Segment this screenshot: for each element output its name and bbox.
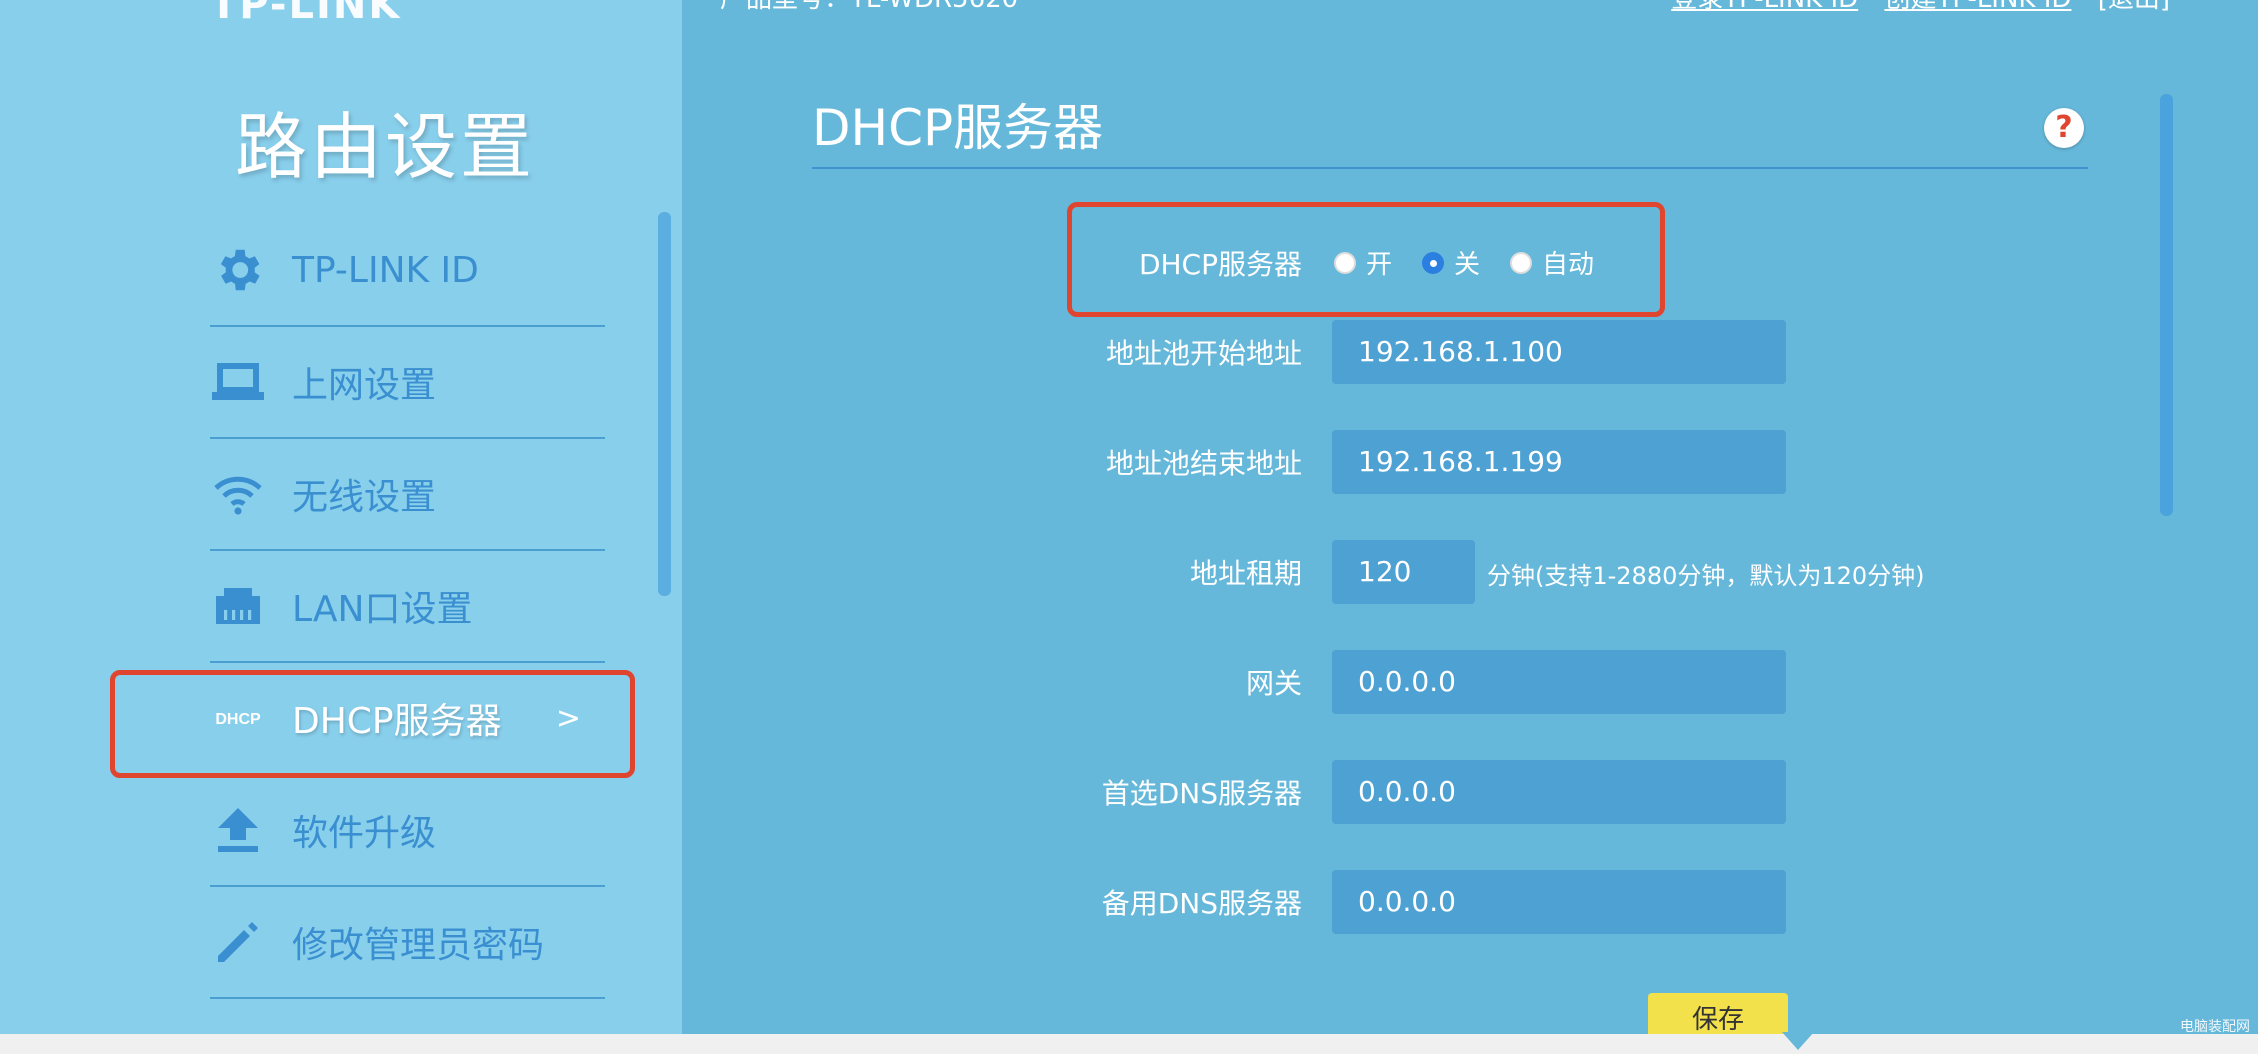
highlight-box-sidebar — [110, 670, 635, 778]
radio-off-circle[interactable] — [1422, 251, 1445, 274]
title-divider — [812, 167, 2088, 169]
radio-off-label: 关 — [1454, 250, 1481, 280]
dns-primary-input[interactable]: 0.0.0.0 — [1332, 760, 1786, 824]
pool-end-label: 地址池结束地址 — [1105, 447, 1302, 480]
sidebar-item-label: LAN口设置 — [292, 589, 473, 630]
sidebar-item-tplink-id[interactable]: TP-LINK ID — [210, 215, 605, 327]
dns-secondary-input[interactable]: 0.0.0.0 — [1332, 870, 1786, 934]
upload-icon — [210, 802, 266, 858]
sidebar-item-upgrade[interactable]: 软件升级 — [210, 775, 605, 887]
laptop-icon — [210, 354, 266, 410]
sidebar-title: 路由设置 — [234, 105, 535, 189]
logout-link[interactable]: [退出] — [2098, 0, 2170, 14]
lease-hint: 分钟(支持1-2880分钟，默认为120分钟) — [1487, 562, 1925, 590]
radio-auto[interactable]: 自动 — [1510, 244, 1594, 281]
model-label: 产品型号：TL-WDR5620 — [720, 0, 1018, 15]
sidebar-item-label: 无线设置 — [292, 477, 437, 518]
create-tplink-id-link[interactable]: 创建TP-LINK ID — [1884, 0, 2071, 14]
login-tplink-id-link[interactable]: 登录TP-LINK ID — [1671, 0, 1858, 14]
page-title: DHCP服务器 — [812, 99, 1104, 157]
dns-secondary-label: 备用DNS服务器 — [1101, 887, 1302, 920]
sidebar-item-admin-password[interactable]: 修改管理员密码 — [210, 887, 605, 999]
pencil-icon — [210, 914, 266, 970]
lease-input[interactable]: 120 — [1332, 540, 1475, 604]
radio-on-label: 开 — [1366, 250, 1393, 280]
top-links: 登录TP-LINK ID 创建TP-LINK ID [退出] — [1653, 0, 2170, 15]
sidebar-item-label: 上网设置 — [292, 365, 437, 406]
gateway-label: 网关 — [1245, 667, 1302, 700]
main-scrollbar[interactable] — [2160, 94, 2173, 516]
sidebar-item-wireless[interactable]: 无线设置 — [210, 439, 605, 551]
sidebar-item-label: 修改管理员密码 — [292, 925, 545, 966]
bottom-notch — [1782, 1032, 1814, 1050]
dhcp-server-label: DHCP服务器 — [1138, 248, 1302, 281]
sidebar-item-label: TP-LINK ID — [292, 249, 479, 291]
sidebar-scrollbar[interactable] — [658, 212, 671, 596]
dns-primary-label: 首选DNS服务器 — [1101, 777, 1302, 810]
radio-auto-label: 自动 — [1542, 250, 1595, 280]
ethernet-port-icon — [210, 578, 266, 634]
sidebar-item-internet[interactable]: 上网设置 — [210, 327, 605, 439]
brand-logo: TP-LINK — [210, 0, 402, 28]
pool-start-label: 地址池开始地址 — [1105, 337, 1302, 370]
lease-label: 地址租期 — [1189, 557, 1302, 590]
bottom-bar — [0, 1034, 2258, 1054]
dhcp-mode-radio-group: 开 关 自动 — [1334, 244, 1624, 281]
pool-start-input[interactable]: 192.168.1.100 — [1332, 320, 1786, 384]
watermark: 电脑装配网 — [2180, 1019, 2250, 1035]
gear-icon — [210, 242, 266, 298]
sidebar: TP-LINK 路由设置 TP-LINK ID 上网设置 无线设置 LAN口设置… — [0, 0, 682, 1034]
sidebar-item-lan[interactable]: LAN口设置 — [210, 551, 605, 663]
sidebar-item-label: 软件升级 — [292, 813, 437, 854]
radio-auto-circle[interactable] — [1510, 251, 1533, 274]
radio-on[interactable]: 开 — [1334, 244, 1392, 281]
radio-off[interactable]: 关 — [1422, 244, 1480, 281]
pool-end-input[interactable]: 192.168.1.199 — [1332, 430, 1786, 494]
gateway-input[interactable]: 0.0.0.0 — [1332, 650, 1786, 714]
wifi-icon — [210, 466, 266, 522]
radio-on-circle[interactable] — [1334, 251, 1356, 274]
help-icon[interactable]: ? — [2044, 108, 2084, 148]
